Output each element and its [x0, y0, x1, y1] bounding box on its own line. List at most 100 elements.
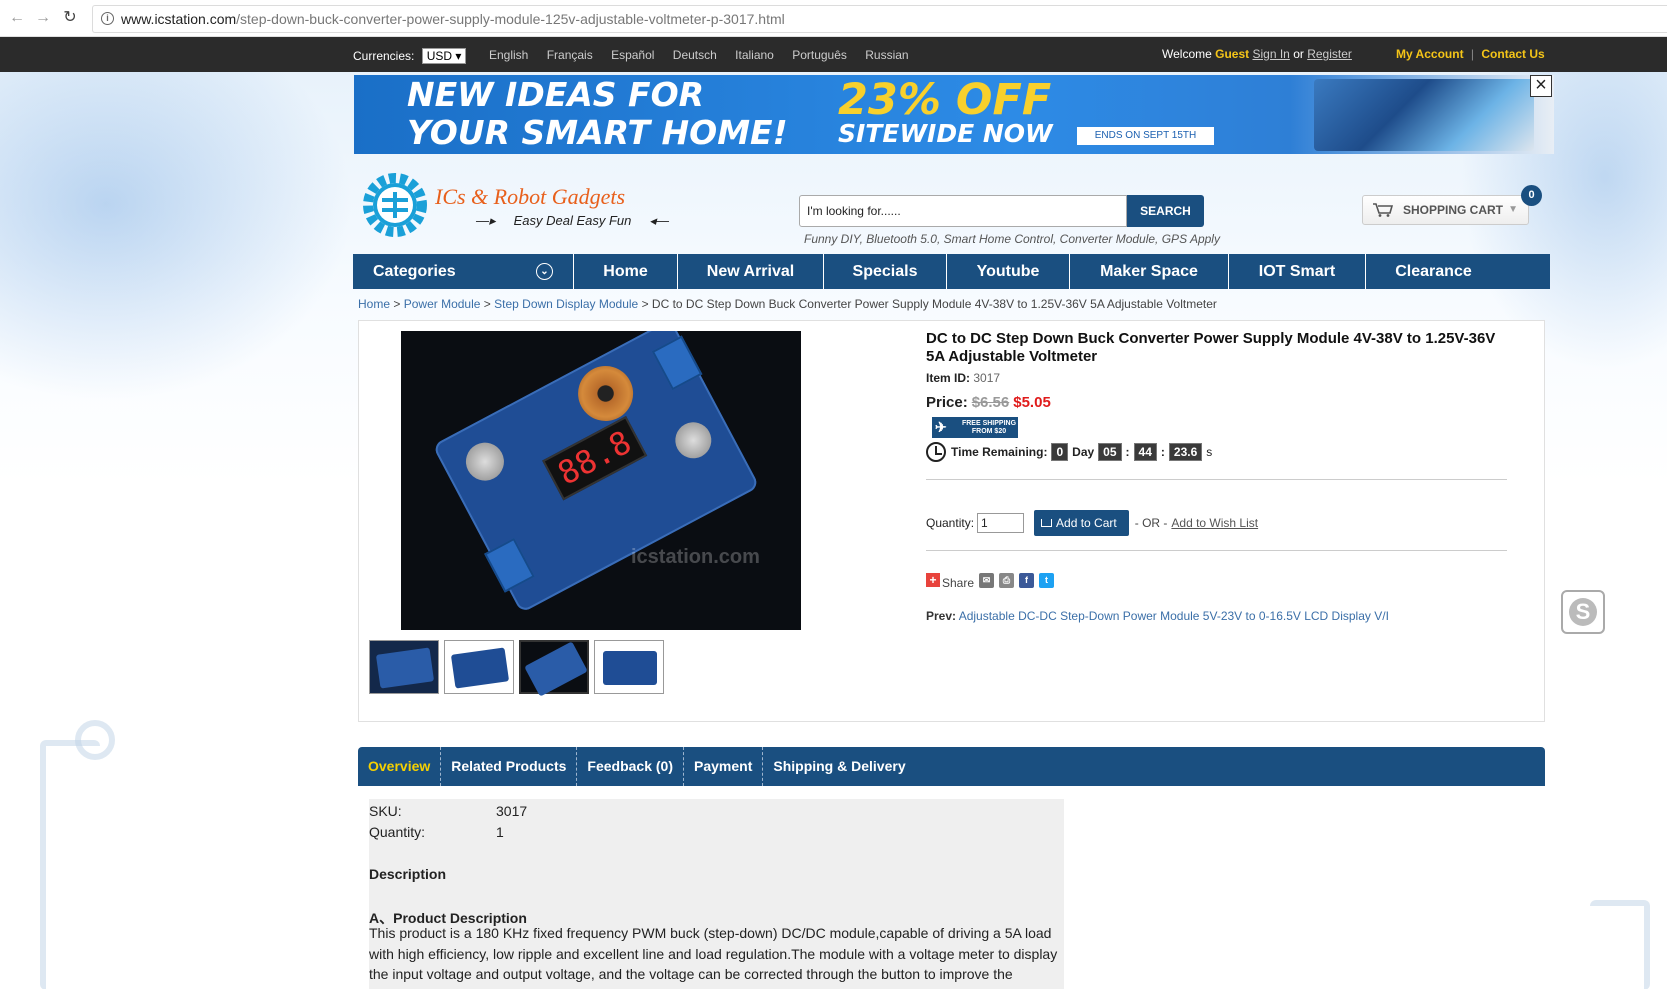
facebook-icon[interactable]: f — [1019, 572, 1035, 588]
decorative-circuit-right — [1590, 900, 1650, 989]
nav-clearance[interactable]: Clearance — [1366, 254, 1501, 289]
contact-us-link[interactable]: Contact Us — [1481, 47, 1544, 61]
add-to-cart-button[interactable]: Add to Cart — [1034, 510, 1129, 536]
decorative-circuit-node — [75, 720, 115, 760]
divider — [926, 479, 1507, 480]
cart-count-badge: 0 — [1521, 185, 1542, 206]
welcome-text: Welcome Guest Sign In or Register — [1162, 47, 1352, 61]
nav-specials[interactable]: Specials — [824, 254, 947, 289]
image-watermark: icstation.com — [631, 546, 760, 568]
nav-youtube[interactable]: Youtube — [947, 254, 1070, 289]
main-navigation: Categories ⌄ Home New Arrival Specials Y… — [353, 254, 1550, 289]
add-to-wishlist-link[interactable]: Add to Wish List — [1171, 516, 1258, 530]
divider — [926, 550, 1507, 551]
lang-english[interactable]: English — [489, 48, 528, 62]
skype-icon: S — [1569, 598, 1597, 626]
lang-italian[interactable]: Italiano — [735, 48, 774, 62]
address-bar[interactable]: i www.icstation.com/step-down-buck-conve… — [92, 5, 1667, 33]
time-remaining: Time Remaining: 0 Day 05: 44: 23.6 s — [926, 442, 1212, 462]
banner-product-image — [1314, 79, 1534, 151]
lang-german[interactable]: Deutsch — [673, 48, 717, 62]
banner-offer: 23% OFF — [838, 75, 1052, 125]
quantity-input[interactable]: 1 — [977, 513, 1025, 533]
search-button[interactable]: SEARCH — [1127, 195, 1204, 227]
quantity-info-row: Quantity: 1 — [369, 824, 504, 840]
search-input[interactable]: I'm looking for...... — [799, 195, 1127, 227]
pcb-board: 88.8 — [432, 331, 760, 614]
lang-portuguese[interactable]: Português — [792, 48, 847, 62]
email-icon[interactable]: ✉ — [979, 572, 995, 588]
my-account-link[interactable]: My Account — [1396, 47, 1464, 61]
nav-new-arrival[interactable]: New Arrival — [678, 254, 824, 289]
info-icon[interactable]: i — [101, 12, 114, 25]
cart-icon — [1373, 203, 1393, 217]
tab-shipping-delivery[interactable]: Shipping & Delivery — [763, 747, 915, 786]
banner-ends-label: ENDS ON SEPT 15TH — [1077, 127, 1214, 145]
breadcrumb-current: DC to DC Step Down Buck Converter Power … — [651, 297, 1217, 311]
currencies-label: Currencies: — [353, 49, 415, 63]
promo-banner[interactable]: NEW IDEAS FOR YOUR SMART HOME! 23% OFF S… — [354, 75, 1554, 154]
quantity-row: Quantity: 1 Add to Cart - OR - Add to Wi… — [926, 510, 1258, 536]
share-label[interactable]: Share — [942, 576, 974, 590]
sku-row: SKU: 3017 — [369, 803, 528, 819]
overview-content: SKU: 3017 Quantity: 1 Description A、Prod… — [369, 799, 1064, 989]
prev-product: Prev: Adjustable DC-DC Step-Down Power M… — [926, 609, 1389, 623]
back-icon[interactable]: ← — [8, 9, 26, 27]
description-paragraph: This product is a 180 KHz fixed frequenc… — [369, 925, 1058, 982]
tab-payment[interactable]: Payment — [684, 747, 764, 786]
currency-selector: Currencies: USD ▾ — [353, 48, 467, 64]
reload-icon[interactable]: ↻ — [61, 9, 79, 27]
product-thumbnail-2[interactable] — [444, 640, 514, 694]
currency-select[interactable]: USD ▾ — [421, 48, 467, 64]
share-plus-icon[interactable]: + — [926, 573, 940, 587]
logo-gear-icon[interactable] — [360, 170, 430, 240]
plane-icon: ✈ — [935, 419, 947, 435]
browser-toolbar: ← → ↻ i www.icstation.com/step-down-buck… — [0, 0, 1667, 37]
product-thumbnail-3[interactable] — [519, 640, 589, 697]
url-domain: www.icstation.com — [121, 11, 237, 27]
timer-seconds: 23.6 — [1168, 443, 1203, 461]
sign-in-link[interactable]: Sign In — [1253, 47, 1290, 61]
close-banner-icon[interactable]: × — [1530, 75, 1552, 97]
product-price: Price: $6.56 $5.05 — [926, 394, 1051, 411]
nav-categories[interactable]: Categories ⌄ — [353, 254, 574, 289]
breadcrumb-home[interactable]: Home — [358, 297, 390, 311]
forward-icon[interactable]: → — [34, 9, 52, 27]
breadcrumb-power-module[interactable]: Power Module — [404, 297, 481, 311]
decorative-swirl — [0, 72, 354, 402]
product-thumbnail-1[interactable] — [369, 640, 439, 694]
banner-offer-sub: SITEWIDE NOW — [838, 119, 1053, 148]
chevron-down-icon: ⌄ — [536, 263, 553, 280]
logo-title[interactable]: ICs & Robot Gadgets — [435, 184, 625, 210]
nav-home[interactable]: Home — [574, 254, 678, 289]
nav-iot-smart[interactable]: IOT Smart — [1229, 254, 1366, 289]
tab-feedback[interactable]: Feedback (0) — [577, 747, 684, 786]
lang-spanish[interactable]: Español — [611, 48, 654, 62]
banner-line2: YOUR SMART HOME! — [407, 113, 788, 152]
language-list: English Français Español Deutsch Italian… — [489, 48, 924, 62]
twitter-icon[interactable]: t — [1039, 572, 1055, 588]
shopping-cart-button[interactable]: SHOPPING CART ▼ — [1362, 195, 1529, 225]
product-tabs: Overview Related Products Feedback (0) P… — [358, 747, 1545, 786]
product-thumbnail-4[interactable] — [594, 640, 664, 694]
lang-russian[interactable]: Russian — [865, 48, 908, 62]
breadcrumb-step-down[interactable]: Step Down Display Module — [494, 297, 638, 311]
old-price: $6.56 — [971, 394, 1010, 411]
register-link[interactable]: Register — [1307, 47, 1352, 61]
lang-french[interactable]: Français — [547, 48, 593, 62]
nav-maker-space[interactable]: Maker Space — [1070, 254, 1229, 289]
print-icon[interactable]: ⎙ — [999, 572, 1015, 588]
sale-price: $5.05 — [1013, 394, 1051, 411]
product-main-image[interactable]: 88.8 icstation.com — [401, 331, 801, 630]
product-title: DC to DC Step Down Buck Converter Power … — [926, 330, 1496, 365]
share-bar: + Share ✉ ⎙ f t — [926, 570, 1055, 590]
url-path: /step-down-buck-converter-power-supply-m… — [236, 11, 785, 27]
skype-chat-button[interactable]: S — [1561, 590, 1605, 634]
quantity-label: Quantity: — [926, 516, 975, 530]
prev-product-link[interactable]: Adjustable DC-DC Step-Down Power Module … — [959, 609, 1389, 623]
tab-overview[interactable]: Overview — [358, 747, 442, 786]
logo-tagline: —▸ Easy Deal Easy Fun ◂— — [476, 213, 669, 228]
hot-search-words[interactable]: Funny DIY, Bluetooth 5.0, Smart Home Con… — [804, 232, 1220, 246]
clock-icon — [926, 442, 946, 462]
tab-related-products[interactable]: Related Products — [441, 747, 578, 786]
